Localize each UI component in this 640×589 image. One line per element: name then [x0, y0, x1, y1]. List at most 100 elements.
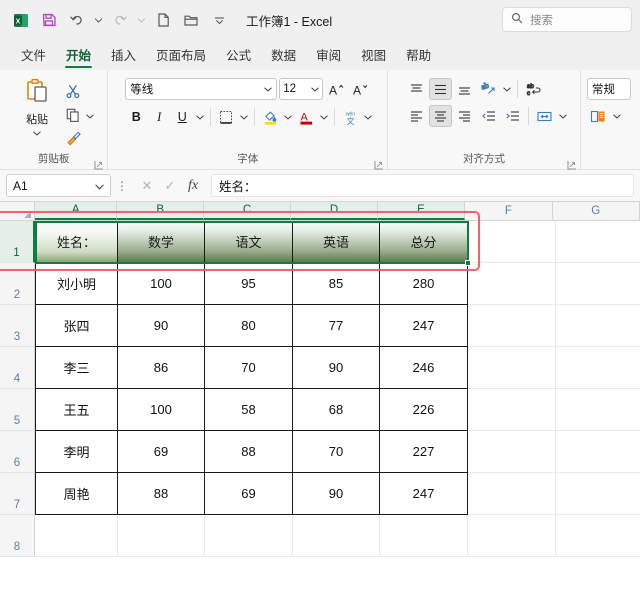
increase-indent-button[interactable] — [501, 105, 524, 127]
cell-b2[interactable]: 100 — [118, 263, 205, 305]
search-box[interactable]: 搜索 — [502, 7, 632, 32]
decrease-indent-button[interactable] — [477, 105, 500, 127]
cell-a5[interactable]: 王五 — [35, 389, 118, 431]
font-color-button[interactable]: A — [295, 106, 317, 128]
paste-dropdown-icon[interactable] — [33, 127, 41, 139]
confirm-icon[interactable]: ✓ — [160, 175, 180, 197]
borders-dropdown-icon[interactable] — [238, 106, 250, 128]
font-size-combobox[interactable]: 12 — [279, 78, 324, 100]
name-box-dropdown-icon[interactable] — [95, 179, 104, 193]
cell-c1[interactable]: 语文 — [205, 221, 293, 263]
cell-c5[interactable]: 58 — [205, 389, 293, 431]
borders-button[interactable] — [215, 106, 237, 128]
cell-c8[interactable] — [205, 515, 293, 557]
tab-home[interactable]: 开始 — [57, 42, 100, 70]
cell-a8[interactable] — [35, 515, 118, 557]
cell-c4[interactable]: 70 — [205, 347, 293, 389]
cell-d4[interactable]: 90 — [293, 347, 380, 389]
cell-d2[interactable]: 85 — [293, 263, 380, 305]
font-name-combobox[interactable]: 等线 — [125, 78, 278, 100]
paste-button[interactable]: 粘贴 — [13, 77, 61, 139]
cell-d7[interactable]: 90 — [293, 473, 380, 515]
cell-f6[interactable] — [468, 431, 556, 473]
cell-a2[interactable]: 刘小明 — [35, 263, 118, 305]
cell-e6[interactable]: 227 — [380, 431, 468, 473]
tab-data[interactable]: 数据 — [262, 42, 305, 70]
cell-f4[interactable] — [468, 347, 556, 389]
tab-help[interactable]: 帮助 — [397, 42, 440, 70]
cell-c6[interactable]: 88 — [205, 431, 293, 473]
new-file-icon[interactable] — [150, 7, 176, 33]
cell-b7[interactable]: 88 — [118, 473, 205, 515]
row-header-6[interactable]: 6 — [0, 431, 35, 473]
tab-view[interactable]: 视图 — [352, 42, 395, 70]
cell-e2[interactable]: 280 — [380, 263, 468, 305]
fill-color-dropdown-icon[interactable] — [282, 106, 294, 128]
cell-f3[interactable] — [468, 305, 556, 347]
cut-button[interactable] — [61, 79, 85, 102]
cell-e8[interactable] — [380, 515, 468, 557]
increase-font-size-button[interactable]: A — [325, 78, 347, 100]
quick-access-toolbar[interactable]: X — [8, 7, 232, 33]
font-name-dropdown-icon[interactable] — [264, 83, 273, 95]
customize-qat-icon[interactable] — [206, 7, 232, 33]
font-dialog-launcher-icon[interactable] — [374, 157, 384, 170]
column-header-e[interactable]: E — [377, 202, 466, 220]
align-center-button[interactable] — [429, 105, 453, 127]
column-header-b[interactable]: B — [117, 202, 204, 220]
cell-d5[interactable]: 68 — [293, 389, 380, 431]
cell-g7[interactable] — [556, 473, 640, 515]
accounting-dropdown-icon[interactable] — [611, 105, 623, 127]
text-orientation-button[interactable]: ab — [477, 78, 500, 100]
cell-f1[interactable] — [468, 221, 556, 263]
cell-e7[interactable]: 247 — [380, 473, 468, 515]
tab-file[interactable]: 文件 — [12, 42, 55, 70]
cell-a6[interactable]: 李明 — [35, 431, 118, 473]
row-header-7[interactable]: 7 — [0, 473, 35, 515]
name-box[interactable]: A1 — [6, 174, 111, 197]
cell-c2[interactable]: 95 — [205, 263, 293, 305]
wrap-text-button[interactable]: ab c — [522, 78, 545, 100]
tab-insert[interactable]: 插入 — [102, 42, 145, 70]
cell-a3[interactable]: 张四 — [35, 305, 118, 347]
cell-c3[interactable]: 80 — [205, 305, 293, 347]
merge-center-button[interactable] — [533, 105, 556, 127]
phonetic-dropdown-icon[interactable] — [362, 106, 374, 128]
fill-handle[interactable] — [465, 260, 471, 266]
cell-d6[interactable]: 70 — [293, 431, 380, 473]
ribbon-tab-bar[interactable]: 文件 开始 插入 页面布局 公式 数据 审阅 视图 帮助 — [0, 40, 640, 70]
row-header-5[interactable]: 5 — [0, 389, 35, 431]
font-color-dropdown-icon[interactable] — [318, 106, 330, 128]
copy-dropdown-icon[interactable] — [86, 106, 94, 124]
accounting-format-button[interactable] — [587, 105, 610, 127]
underline-button[interactable]: U — [171, 106, 193, 128]
cell-e3[interactable]: 247 — [380, 305, 468, 347]
column-header-a[interactable]: A — [35, 202, 118, 220]
row-header-3[interactable]: 3 — [0, 305, 35, 347]
copy-button[interactable] — [61, 103, 85, 126]
tab-formulas[interactable]: 公式 — [217, 42, 260, 70]
cell-g6[interactable] — [556, 431, 640, 473]
cell-d3[interactable]: 77 — [293, 305, 380, 347]
cell-g4[interactable] — [556, 347, 640, 389]
clipboard-dialog-launcher-icon[interactable] — [94, 157, 104, 170]
fx-icon[interactable]: fx — [183, 175, 203, 197]
cell-f7[interactable] — [468, 473, 556, 515]
cell-b6[interactable]: 69 — [118, 431, 205, 473]
row-header-8[interactable]: 8 — [0, 515, 35, 557]
column-header-d[interactable]: D — [291, 202, 378, 220]
column-header-c[interactable]: C — [203, 202, 292, 220]
phonetic-guide-button[interactable]: wén 文 — [339, 106, 361, 128]
underline-dropdown-icon[interactable] — [194, 106, 206, 128]
cell-e4[interactable]: 246 — [380, 347, 468, 389]
decrease-font-size-button[interactable]: A — [349, 78, 371, 100]
column-header-f[interactable]: F — [465, 202, 553, 220]
cell-g2[interactable] — [556, 263, 640, 305]
cancel-icon[interactable]: ✕ — [137, 175, 157, 197]
select-all-corner[interactable] — [0, 202, 35, 220]
italic-button[interactable]: I — [148, 106, 170, 128]
align-right-button[interactable] — [453, 105, 476, 127]
cell-b3[interactable]: 90 — [118, 305, 205, 347]
cell-f5[interactable] — [468, 389, 556, 431]
tab-review[interactable]: 审阅 — [307, 42, 350, 70]
